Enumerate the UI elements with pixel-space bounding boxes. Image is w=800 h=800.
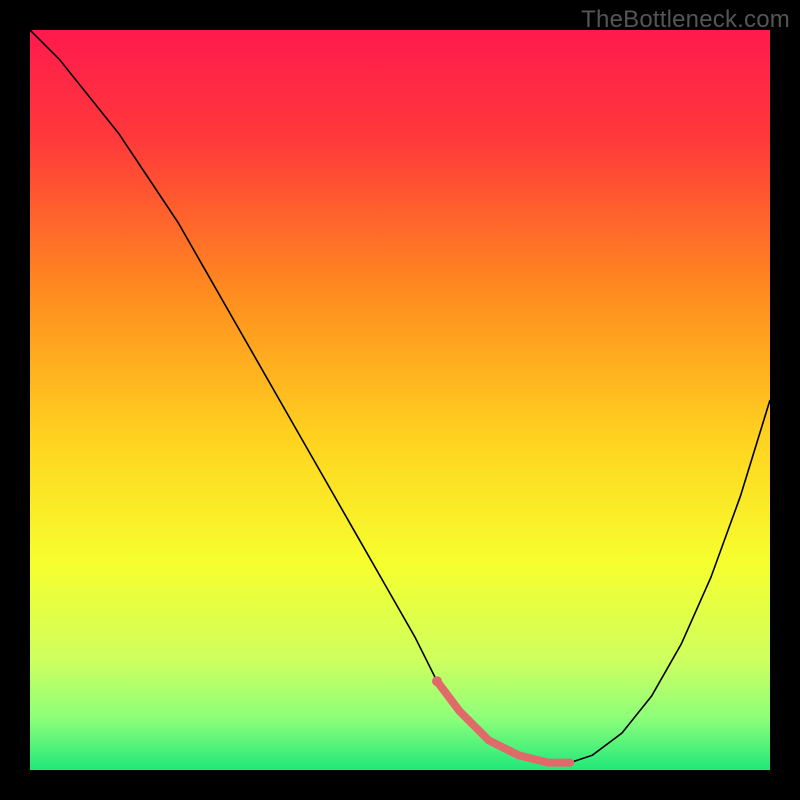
plot-svg xyxy=(30,30,770,770)
gradient-background xyxy=(30,30,770,770)
optimal-dot xyxy=(432,676,442,686)
plot-area xyxy=(30,30,770,770)
chart-container: TheBottleneck.com xyxy=(0,0,800,800)
annotations-group xyxy=(432,676,442,686)
watermark-text: TheBottleneck.com xyxy=(581,6,790,34)
